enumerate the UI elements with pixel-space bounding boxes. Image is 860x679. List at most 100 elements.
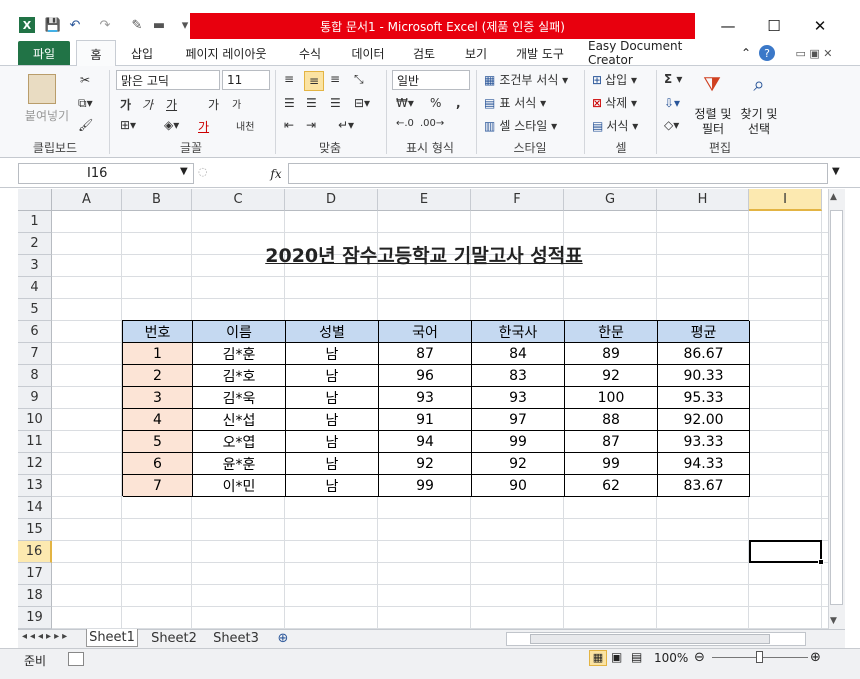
insert-sheet-icon[interactable]: ⊕	[272, 629, 294, 647]
table-header-cell[interactable]: 성별	[286, 321, 379, 343]
cell-styles-button[interactable]: ▥ 셀 스타일 ▾	[484, 117, 557, 134]
table-cell[interactable]: 남	[286, 387, 379, 409]
table-cell[interactable]: 6	[123, 453, 193, 475]
tab-page-layout[interactable]: 페이지 레이아웃	[176, 41, 276, 65]
maximize-button[interactable]: ☐	[754, 12, 794, 40]
tab-formulas[interactable]: 수식	[290, 41, 330, 65]
table-cell[interactable]: 90.33	[658, 365, 750, 387]
redo-icon[interactable]: ↷	[96, 16, 114, 34]
table-cell[interactable]: 92	[379, 453, 472, 475]
column-header[interactable]: B	[122, 189, 192, 211]
table-cell[interactable]: 남	[286, 409, 379, 431]
close-button[interactable]: ✕	[800, 12, 840, 40]
save-icon[interactable]: 💾	[44, 16, 62, 34]
table-cell[interactable]: 87	[565, 431, 658, 453]
table-cell[interactable]: 김*훈	[193, 343, 286, 365]
table-header-cell[interactable]: 번호	[123, 321, 193, 343]
table-cell[interactable]: 오*엽	[193, 431, 286, 453]
align-center-icon[interactable]: ☰	[306, 96, 317, 110]
table-header-cell[interactable]: 국어	[379, 321, 472, 343]
zoom-in-icon[interactable]: ⊕	[810, 650, 821, 665]
autosum-button[interactable]: Σ ▾	[664, 72, 682, 86]
align-middle-icon[interactable]: ≡	[304, 71, 324, 91]
table-cell[interactable]: 1	[123, 343, 193, 365]
comma-button[interactable]: ,	[456, 96, 461, 110]
row-header[interactable]: 2	[18, 233, 52, 255]
underline-button[interactable]: 가	[166, 96, 177, 113]
table-cell[interactable]: 5	[123, 431, 193, 453]
table-header-cell[interactable]: 한문	[565, 321, 658, 343]
table-cell[interactable]: 99	[379, 475, 472, 497]
table-cell[interactable]: 김*호	[193, 365, 286, 387]
format-painter-icon[interactable]: 🖌	[78, 118, 93, 132]
row-header[interactable]: 15	[18, 519, 52, 541]
table-cell[interactable]: 84	[472, 343, 565, 365]
row-header[interactable]: 19	[18, 607, 52, 629]
find-select-icon[interactable]: ⌕	[746, 72, 772, 98]
table-cell[interactable]: 94	[379, 431, 472, 453]
table-header-cell[interactable]: 평균	[658, 321, 750, 343]
page-break-view-icon[interactable]: ▤	[631, 650, 642, 664]
decrease-decimal-icon[interactable]: .00→	[420, 118, 444, 129]
row-header[interactable]: 6	[18, 321, 52, 343]
sort-filter-button[interactable]: 정렬 및 필터	[690, 107, 736, 137]
table-cell[interactable]: 92.00	[658, 409, 750, 431]
table-cell[interactable]: 2	[123, 365, 193, 387]
table-cell[interactable]: 이*민	[193, 475, 286, 497]
table-cell[interactable]: 99	[565, 453, 658, 475]
tab-developer[interactable]: 개발 도구	[508, 41, 572, 65]
font-name-select[interactable]: 맑은 고딕	[116, 70, 220, 90]
italic-button[interactable]: 가	[142, 96, 153, 113]
align-bottom-icon[interactable]: ≡	[330, 72, 340, 86]
zoom-out-icon[interactable]: ⊖	[694, 650, 705, 665]
table-header-cell[interactable]: 이름	[193, 321, 286, 343]
workbook-window-controls[interactable]: ▭ ▣ ✕	[782, 41, 846, 65]
table-cell[interactable]: 93.33	[658, 431, 750, 453]
column-header[interactable]: E	[378, 189, 471, 211]
sheet-nav-icons[interactable]: ◂◂◂▸▸▸	[22, 631, 70, 642]
vertical-scroll-thumb[interactable]	[830, 210, 843, 605]
table-cell[interactable]: 87	[379, 343, 472, 365]
number-format-select[interactable]: 일반	[392, 70, 470, 90]
cut-icon[interactable]: ✂	[80, 73, 90, 87]
horizontal-scroll-thumb[interactable]	[530, 634, 770, 644]
tab-data[interactable]: 데이터	[344, 41, 392, 65]
row-header[interactable]: 8	[18, 365, 52, 387]
row-header[interactable]: 11	[18, 431, 52, 453]
table-cell[interactable]: 윤*훈	[193, 453, 286, 475]
fill-handle[interactable]	[818, 559, 824, 565]
delete-cells-button[interactable]: ⊠ 삭제 ▾	[592, 94, 637, 111]
name-box-dropdown-icon[interactable]: ▼	[180, 166, 188, 177]
collapse-ribbon-icon[interactable]: ⌃	[738, 41, 754, 65]
paste-button[interactable]: 붙여넣기	[20, 107, 74, 124]
table-cell[interactable]: 92	[472, 453, 565, 475]
format-cells-button[interactable]: ▤ 서식 ▾	[592, 117, 638, 134]
table-cell[interactable]: 62	[565, 475, 658, 497]
name-box[interactable]: I16	[18, 163, 194, 184]
excel-logo-icon[interactable]: X	[19, 17, 35, 33]
selected-cell-I16[interactable]	[749, 540, 822, 563]
row-header[interactable]: 4	[18, 277, 52, 299]
accounting-format-icon[interactable]: ₩▾	[396, 96, 414, 110]
help-icon[interactable]: ?	[759, 45, 775, 61]
table-cell[interactable]: 83.67	[658, 475, 750, 497]
scroll-down-icon[interactable]: ▼	[830, 616, 837, 626]
table-cell[interactable]: 7	[123, 475, 193, 497]
decrease-indent-icon[interactable]: ⇤	[284, 118, 294, 132]
undo-icon[interactable]: ↶	[66, 16, 84, 34]
orientation-icon[interactable]: ⤡	[354, 72, 364, 87]
column-header[interactable]: C	[192, 189, 285, 211]
row-header[interactable]: 3	[18, 255, 52, 277]
column-header[interactable]: I	[749, 189, 822, 211]
table-cell[interactable]: 97	[472, 409, 565, 431]
table-cell[interactable]: 남	[286, 475, 379, 497]
align-left-icon[interactable]: ☰	[284, 96, 295, 110]
row-header[interactable]: 10	[18, 409, 52, 431]
sheet-tab-3[interactable]: Sheet3	[210, 629, 262, 647]
print-icon[interactable]: ▬	[150, 16, 168, 34]
table-cell[interactable]: 남	[286, 453, 379, 475]
increase-decimal-icon[interactable]: ←.0	[396, 118, 414, 129]
table-cell[interactable]: 99	[472, 431, 565, 453]
sheet-tab-2[interactable]: Sheet2	[148, 629, 200, 647]
tab-easy-document-creator[interactable]: Easy Document Creator	[588, 39, 728, 67]
